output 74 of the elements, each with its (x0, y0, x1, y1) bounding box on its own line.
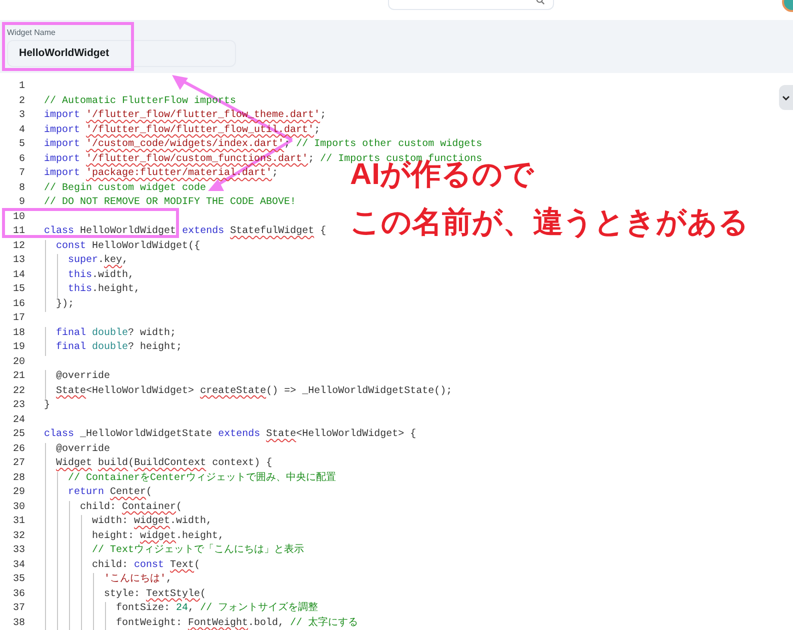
line-number: 37 (12, 602, 25, 616)
code-line: style: TextStyle( (44, 588, 206, 602)
line-number: 22 (12, 384, 25, 398)
code-line: class HelloWorldWidget extends StatefulWidget { (44, 225, 326, 239)
code-line: } (44, 399, 50, 413)
line-number: 1 (18, 80, 25, 94)
code-line: // ContainerをCenterウィジェットで囲み、中央に配置 (44, 472, 336, 486)
line-number: 3 (18, 109, 25, 123)
line-number: 27 (12, 457, 25, 471)
line-number: 7 (18, 167, 25, 181)
field-label: Widget Name (7, 28, 56, 38)
code-line: 'こんにちは', (44, 573, 172, 588)
line-number: 19 (12, 341, 25, 355)
code-line: fontWeight: FontWeight.bold, // 太字にする (44, 616, 358, 630)
code-line: this.width, (44, 268, 134, 283)
line-number: 31 (12, 515, 25, 529)
line-number: 28 (12, 472, 25, 486)
line-number: 13 (12, 254, 25, 268)
line-number: 12 (12, 240, 25, 254)
line-number: 17 (12, 312, 25, 326)
line-number: 15 (12, 283, 25, 297)
chevron-down-icon (782, 94, 790, 100)
code-line: final double? width; (44, 326, 176, 341)
line-number: 29 (12, 486, 25, 500)
line-number: 33 (12, 544, 25, 558)
code-line: // DO NOT REMOVE OR MODIFY THE CODE ABOVE! (44, 196, 296, 210)
code-line: width: widget.width, (44, 515, 212, 530)
line-number: 11 (12, 225, 25, 239)
line-number: 25 (12, 428, 25, 442)
line-number: 32 (12, 530, 25, 544)
line-number: 26 (12, 442, 25, 456)
line-number: 14 (12, 268, 25, 282)
line-number: 21 (12, 370, 25, 384)
code-line: // Begin custom widget code (44, 182, 206, 196)
code-line: import '/flutter_flow/flutter_flow_util.dart'; (44, 124, 320, 138)
line-number: 18 (12, 326, 25, 340)
annotation-text: この名前が、違うときがある (350, 206, 749, 240)
code-line: Widget build(BuildContext context) { (44, 457, 272, 472)
code-line: this.height, (44, 283, 140, 298)
line-number: 23 (12, 399, 25, 413)
line-number: 10 (12, 210, 25, 224)
code-line: // Textウィジェットで「こんにちは」と表示 (44, 544, 304, 558)
line-number: 34 (12, 558, 25, 572)
code-line: final double? height; (44, 341, 182, 356)
code-line: child: const Text( (44, 558, 200, 573)
line-number: 30 (12, 500, 25, 514)
line-number: 9 (18, 196, 25, 210)
line-number: 4 (18, 124, 25, 138)
widget-name-field[interactable]: HelloWorldWidget (7, 40, 236, 67)
code-line: }); (44, 298, 74, 312)
line-number: 38 (12, 616, 25, 630)
code-line: import '/custom_code/widgets/index.dart'; // Imports other custom widgets (44, 138, 482, 152)
code-line: const HelloWorldWidget({ (44, 240, 200, 254)
code-line: @override (44, 442, 110, 457)
line-number: 24 (12, 414, 25, 428)
code-line: State<HelloWorldWidget> createState() => _HelloWorldWidgetState(); (44, 384, 452, 399)
code-line: super.key, (44, 254, 128, 268)
code-line: child: Container( (44, 500, 182, 515)
line-number: 20 (12, 356, 25, 370)
code-line: import 'package:flutter/material.dart'; (44, 167, 278, 181)
line-number: 2 (18, 94, 25, 108)
code-line: import '/flutter_flow/flutter_flow_theme.dart'; (44, 109, 326, 123)
code-line: height: widget.height, (44, 530, 224, 544)
line-number: 36 (12, 588, 25, 602)
code-line: class _HelloWorldWidgetState extends State<HelloWorldWidget> { (44, 428, 416, 442)
line-number: 35 (12, 573, 25, 587)
code-line: return Center( (44, 486, 152, 500)
code-line: fontSize: 24, // フォントサイズを調整 (44, 602, 318, 616)
line-number: 6 (18, 152, 25, 166)
line-number: 8 (18, 182, 25, 196)
line-number: 5 (18, 138, 25, 152)
collapse-button[interactable] (779, 85, 793, 110)
line-number: 16 (12, 298, 25, 312)
code-line: @override (44, 370, 110, 384)
